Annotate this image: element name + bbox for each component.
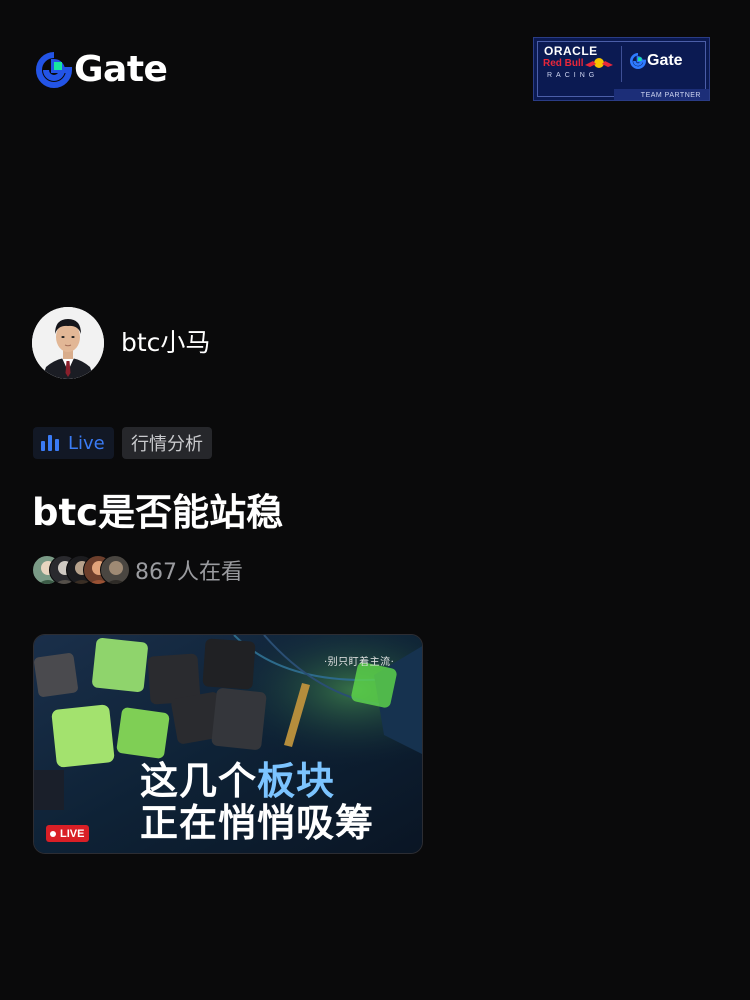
cover-headline-line2: 正在悄悄吸筹 <box>140 801 375 845</box>
host-avatar[interactable] <box>32 307 104 379</box>
stream-cover[interactable]: ·别只盯着主流· 这几个板块 正在悄悄吸筹 LIVE <box>33 634 423 854</box>
bulls-icon <box>585 58 613 68</box>
team-partner-caption: TEAM PARTNER <box>640 92 701 99</box>
live-bars-icon <box>41 435 59 451</box>
category-tag[interactable]: 行情分析 <box>122 427 212 459</box>
partner-gate-text: Gate <box>647 52 683 69</box>
gate-logo-icon <box>36 52 72 88</box>
partner-gate-logo: Gate <box>630 52 683 70</box>
live-stream-share-card: Gate ORACLE Red Bull RACING Gate TEAM PA… <box>0 0 750 1000</box>
live-dot-icon <box>50 830 56 837</box>
team-partner-badge: ORACLE Red Bull RACING Gate TEAM PARTNER <box>533 37 710 101</box>
cover-headline-line1: 这几个板块 <box>140 759 336 803</box>
cover-live-badge: LIVE <box>46 825 90 842</box>
cover-tagline: ·别只盯着主流· <box>324 657 395 668</box>
viewer-count: 867人在看 <box>135 560 243 585</box>
gate-logo-icon <box>630 53 646 69</box>
logo-text: Gate <box>74 49 168 90</box>
oracle-text: ORACLE <box>544 44 598 58</box>
live-tag: Live <box>33 427 114 459</box>
viewer-info: 867人在看 <box>32 553 243 587</box>
racing-text: RACING <box>547 72 599 79</box>
gate-logo[interactable]: Gate <box>36 49 168 90</box>
viewer-avatar <box>100 555 130 585</box>
host-portrait <box>32 307 104 379</box>
viewer-avatar-stack <box>32 553 132 587</box>
redbull-text: Red Bull <box>543 58 584 69</box>
stream-title: btc是否能站稳 <box>32 491 284 534</box>
host-name[interactable]: btc小马 <box>121 327 210 359</box>
live-tag-label: Live <box>68 432 105 454</box>
